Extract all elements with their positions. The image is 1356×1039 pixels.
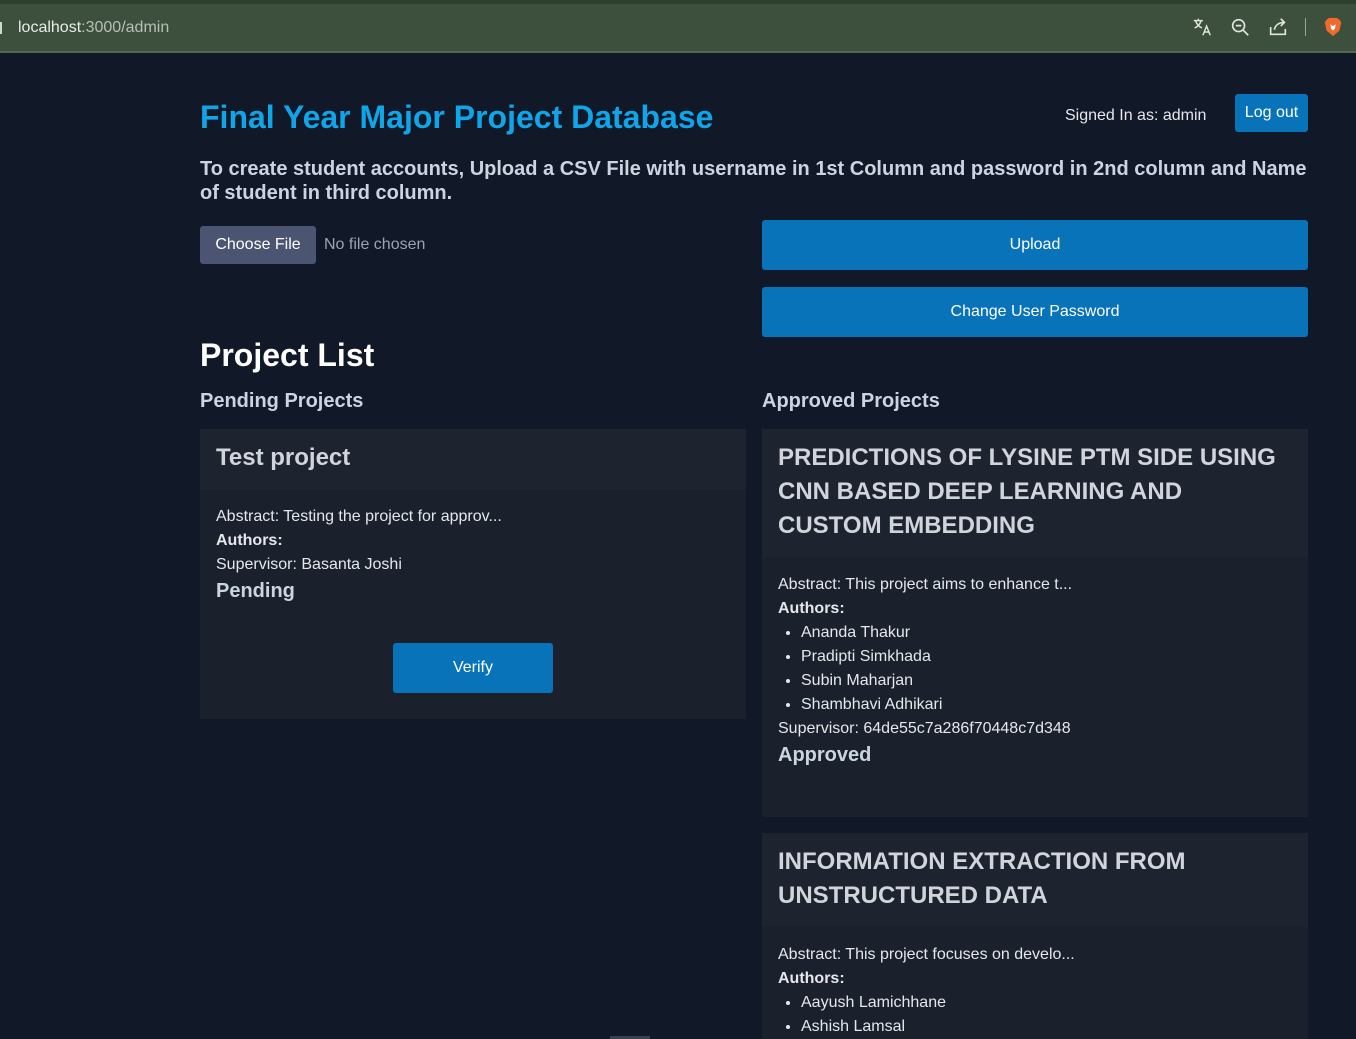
author-item: Aayush Lamichhane [801, 991, 1292, 1015]
zoom-out-icon[interactable] [1229, 16, 1251, 38]
project-details: Abstract: This project aims to enhance t… [762, 557, 1308, 769]
author-item: Ananda Thakur [801, 621, 1292, 645]
admin-page: Final Year Major Project Database Signed… [0, 53, 1356, 1039]
signed-in-label: Signed In as: admin [1065, 107, 1207, 124]
tab-edge [0, 21, 4, 34]
project-title: INFORMATION EXTRACTION FROM UNSTRUCTURED… [762, 833, 1308, 927]
project-title: Test project [200, 429, 746, 489]
share-icon[interactable] [1267, 16, 1289, 38]
browser-address-bar[interactable]: localhost:3000/admin [0, 0, 1356, 53]
file-status-text: No file chosen [324, 236, 426, 253]
authors-list: Aayush Lamichhane Ashish Lamsal [778, 991, 1292, 1039]
author-item: Ashish Lamsal [801, 1015, 1292, 1039]
upload-instructions: To create student accounts, Upload a CSV… [200, 158, 1307, 204]
browser-actions [1191, 16, 1344, 38]
approved-project-card: INFORMATION EXTRACTION FROM UNSTRUCTURED… [762, 833, 1308, 1039]
authors-list: Ananda Thakur Pradipti Simkhada Subin Ma… [778, 621, 1292, 717]
project-abstract: Abstract: This project aims to enhance t… [778, 576, 1073, 593]
toolbar-separator [1305, 18, 1306, 36]
approved-projects-heading: Approved Projects [762, 390, 940, 412]
url-host: localhost [18, 18, 82, 36]
choose-file-button[interactable]: Choose File [200, 226, 316, 264]
logout-button[interactable]: Log out [1235, 94, 1308, 132]
upload-button[interactable]: Upload [762, 220, 1308, 270]
brave-lion-icon[interactable] [1322, 16, 1344, 38]
url-path: :3000/admin [81, 18, 170, 36]
project-details: Abstract: This project focuses on develo… [762, 927, 1308, 1039]
approved-project-card: PREDICTIONS OF LYSINE PTM SIDE USING CNN… [762, 429, 1308, 817]
authors-label: Authors: [778, 970, 845, 987]
translate-icon[interactable] [1191, 16, 1213, 38]
pending-projects-heading: Pending Projects [200, 390, 364, 412]
project-abstract: Abstract: This project focuses on develo… [778, 946, 1075, 963]
pending-project-card: Test project Abstract: Testing the proje… [200, 429, 746, 719]
project-abstract: Abstract: Testing the project for approv… [216, 508, 502, 525]
project-supervisor: Supervisor: Basanta Joshi [216, 556, 402, 573]
project-details: Abstract: Testing the project for approv… [200, 489, 746, 693]
project-supervisor: Supervisor: 64de55c7a286f70448c7d348 [778, 720, 1071, 737]
author-item: Subin Maharjan [801, 669, 1292, 693]
verify-button[interactable]: Verify [393, 643, 553, 693]
change-password-button[interactable]: Change User Password [762, 287, 1308, 337]
authors-label: Authors: [216, 532, 283, 549]
url-text[interactable]: localhost:3000/admin [18, 19, 169, 37]
authors-label: Authors: [778, 600, 845, 617]
project-list-heading: Project List [200, 337, 375, 373]
author-item: Shambhavi Adhikari [801, 693, 1292, 717]
project-title: PREDICTIONS OF LYSINE PTM SIDE USING CNN… [762, 429, 1308, 557]
status-badge: Pending [216, 580, 295, 602]
status-badge: Approved [778, 744, 872, 766]
author-item: Pradipti Simkhada [801, 645, 1292, 669]
page-title: Final Year Major Project Database [200, 99, 714, 135]
